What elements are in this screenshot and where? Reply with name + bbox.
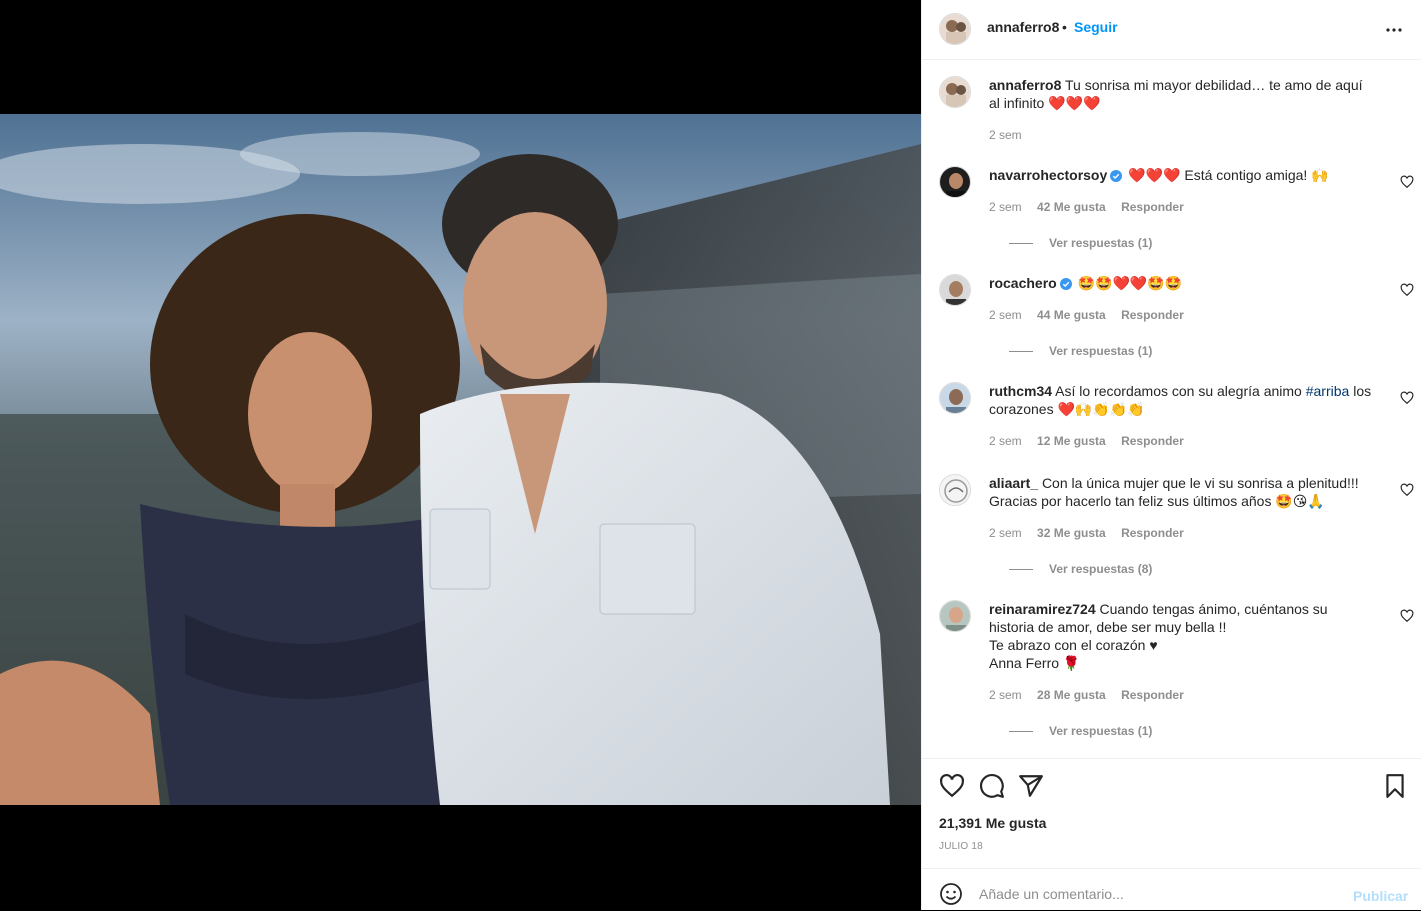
comment-time[interactable]: 2 sem: [989, 526, 1022, 540]
comment-reply-button[interactable]: Responder: [1121, 526, 1184, 540]
post-sidebar: annaferro8 • Seguir annaferro8 Tu sonris…: [921, 0, 1421, 911]
view-replies-button[interactable]: Ver respuestas (1): [1009, 236, 1152, 250]
comment-likes[interactable]: 28 Me gusta: [1037, 688, 1106, 702]
comment-text-block: ruthcm34 Así lo recordamos con su alegrí…: [989, 382, 1374, 418]
author-avatar[interactable]: [939, 13, 971, 45]
comment-text-block: navarrohectorsoy ❤️❤️❤️ Está contigo ami…: [989, 166, 1374, 186]
comment-heart-icon[interactable]: [1400, 391, 1414, 405]
comment-heart-icon[interactable]: [1400, 609, 1414, 623]
comment-avatar[interactable]: [939, 474, 971, 506]
post-actions: 21,391 Me gusta JULIO 18: [922, 758, 1421, 868]
comment-avatar[interactable]: [939, 166, 971, 198]
comment-meta: 2 sem 42 Me gusta Responder: [989, 200, 1196, 214]
emoji-icon[interactable]: [939, 882, 963, 906]
comment-reply-button[interactable]: Responder: [1121, 434, 1184, 448]
photo-illustration: [0, 114, 921, 805]
comment-text-block: rocachero 🤩🤩❤️❤️🤩🤩: [989, 274, 1374, 294]
comment-meta: 2 sem 32 Me gusta Responder: [989, 526, 1196, 540]
view-replies-button[interactable]: Ver respuestas (1): [1009, 344, 1152, 358]
send-icon[interactable]: [1018, 773, 1044, 799]
comment-text: 🤩🤩❤️❤️🤩🤩: [1077, 275, 1183, 291]
view-replies-label: Ver respuestas (1): [1049, 236, 1153, 250]
view-replies-label: Ver respuestas (1): [1049, 344, 1153, 358]
caption-text-block: annaferro8 Tu sonrisa mi mayor debilidad…: [989, 76, 1374, 112]
instagram-post-modal: annaferro8 • Seguir annaferro8 Tu sonris…: [0, 0, 1421, 911]
comment-text: ❤️❤️❤️ Está contigo amiga! 🙌: [1128, 167, 1329, 183]
comment-meta: 2 sem 28 Me gusta Responder: [989, 688, 1196, 702]
comment-avatar[interactable]: [939, 274, 971, 306]
comment-username[interactable]: rocachero: [989, 275, 1057, 291]
caption-meta: 2 sem: [989, 128, 1034, 142]
comment-heart-icon[interactable]: [1400, 483, 1414, 497]
comment-time[interactable]: 2 sem: [989, 688, 1022, 702]
comment-avatar[interactable]: [939, 382, 971, 414]
view-replies-button[interactable]: Ver respuestas (1): [1009, 724, 1152, 738]
view-replies-button[interactable]: Ver respuestas (8): [1009, 562, 1152, 576]
comment-text-block: aliaart_ Con la única mujer que le vi su…: [989, 474, 1374, 510]
comment-reply-button[interactable]: Responder: [1121, 688, 1184, 702]
comments-list[interactable]: annaferro8 Tu sonrisa mi mayor debilidad…: [922, 60, 1421, 758]
comment-likes[interactable]: 44 Me gusta: [1037, 308, 1106, 322]
comment-text-line: Anna Ferro 🌹: [989, 655, 1081, 671]
comment-username[interactable]: ruthcm34: [989, 383, 1052, 399]
bookmark-icon[interactable]: [1382, 773, 1408, 799]
comment-text: Con la única mujer que le vi su sonrisa …: [989, 475, 1359, 509]
add-comment-bar: Publicar: [922, 868, 1421, 911]
comment-heart-icon[interactable]: [1400, 175, 1414, 189]
comment-time[interactable]: 2 sem: [989, 434, 1022, 448]
heart-icon[interactable]: [939, 773, 965, 799]
comment-text-line: Te abrazo con el corazón ♥: [989, 637, 1158, 653]
follow-button[interactable]: Seguir: [1074, 19, 1118, 35]
post-date[interactable]: JULIO 18: [939, 841, 983, 852]
comment-meta: 2 sem 44 Me gusta Responder: [989, 308, 1196, 322]
caption-time[interactable]: 2 sem: [989, 128, 1022, 142]
comment-likes[interactable]: 12 Me gusta: [1037, 434, 1106, 448]
comment-username[interactable]: navarrohectorsoy: [989, 167, 1107, 183]
view-replies-label: Ver respuestas (8): [1049, 562, 1153, 576]
comment-reply-button[interactable]: Responder: [1121, 308, 1184, 322]
comment-avatar[interactable]: [939, 600, 971, 632]
caption-avatar[interactable]: [939, 76, 971, 108]
publish-button[interactable]: Publicar: [1353, 888, 1408, 904]
comment-icon[interactable]: [979, 773, 1005, 799]
verified-badge-icon: [1110, 168, 1123, 186]
post-media: [0, 0, 921, 910]
comment-username[interactable]: aliaart_: [989, 475, 1038, 491]
comment-heart-icon[interactable]: [1400, 283, 1414, 297]
comment-text-block: reinaramirez724 Cuando tengas ánimo, cué…: [989, 600, 1374, 672]
view-replies-label: Ver respuestas (1): [1049, 724, 1153, 738]
comment-input[interactable]: [979, 877, 1339, 911]
comment-text: Así lo recordamos con su alegría animo: [1055, 383, 1306, 399]
comment-meta: 2 sem 12 Me gusta Responder: [989, 434, 1196, 448]
verified-badge-icon: [1059, 276, 1072, 294]
comment-reply-button[interactable]: Responder: [1121, 200, 1184, 214]
comment-time[interactable]: 2 sem: [989, 308, 1022, 322]
comment-hashtag[interactable]: #arriba: [1306, 383, 1350, 399]
author-username[interactable]: annaferro8: [987, 19, 1059, 35]
comment-likes[interactable]: 32 Me gusta: [1037, 526, 1106, 540]
comment-time[interactable]: 2 sem: [989, 200, 1022, 214]
post-header: annaferro8 • Seguir: [922, 0, 1421, 60]
caption-username[interactable]: annaferro8: [989, 77, 1061, 93]
comment-username[interactable]: reinaramirez724: [989, 601, 1096, 617]
post-photo[interactable]: [0, 114, 921, 805]
likes-count[interactable]: 21,391 Me gusta: [939, 815, 1046, 831]
more-horizontal-icon[interactable]: [1382, 18, 1406, 42]
header-separator: •: [1062, 19, 1067, 35]
comment-likes[interactable]: 42 Me gusta: [1037, 200, 1106, 214]
